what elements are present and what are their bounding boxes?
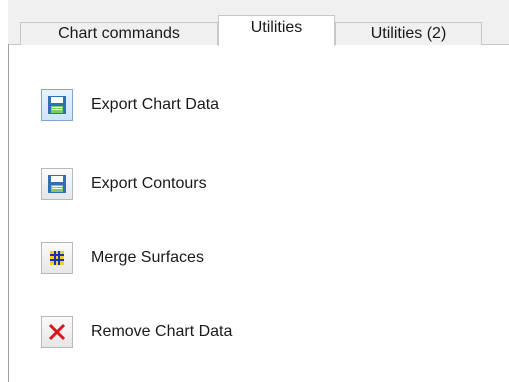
window: Chart commands Utilities Utilities (2) E… <box>0 0 509 382</box>
utilities-panel: Export Chart Data Export Contours Merge … <box>9 45 509 382</box>
remove-chart-data-button[interactable] <box>41 316 73 348</box>
export-chart-data-row[interactable]: Export Chart Data <box>41 88 219 122</box>
tab-utilities-2[interactable]: Utilities (2) <box>335 22 482 45</box>
tab-chart-commands[interactable]: Chart commands <box>20 22 218 45</box>
merge-grid-icon <box>50 251 64 265</box>
tab-label: Utilities (2) <box>370 25 447 42</box>
tab-utilities[interactable]: Utilities <box>218 15 335 46</box>
red-x-icon <box>48 323 66 341</box>
save-disk-icon <box>48 96 66 114</box>
export-chart-data-button[interactable] <box>41 89 73 121</box>
remove-chart-data-label: Remove Chart Data <box>91 323 233 340</box>
remove-chart-data-row[interactable]: Remove Chart Data <box>41 315 232 349</box>
merge-surfaces-button[interactable] <box>41 242 73 274</box>
export-contours-label: Export Contours <box>91 175 207 192</box>
export-chart-data-label: Export Chart Data <box>91 96 220 113</box>
export-contours-row[interactable]: Export Contours <box>41 167 207 201</box>
export-contours-button[interactable] <box>41 168 73 200</box>
merge-surfaces-label: Merge Surfaces <box>91 249 204 266</box>
tab-label: Utilities <box>250 19 303 36</box>
merge-surfaces-row[interactable]: Merge Surfaces <box>41 241 204 275</box>
save-disk-icon <box>48 175 66 193</box>
tab-label: Chart commands <box>58 25 180 42</box>
